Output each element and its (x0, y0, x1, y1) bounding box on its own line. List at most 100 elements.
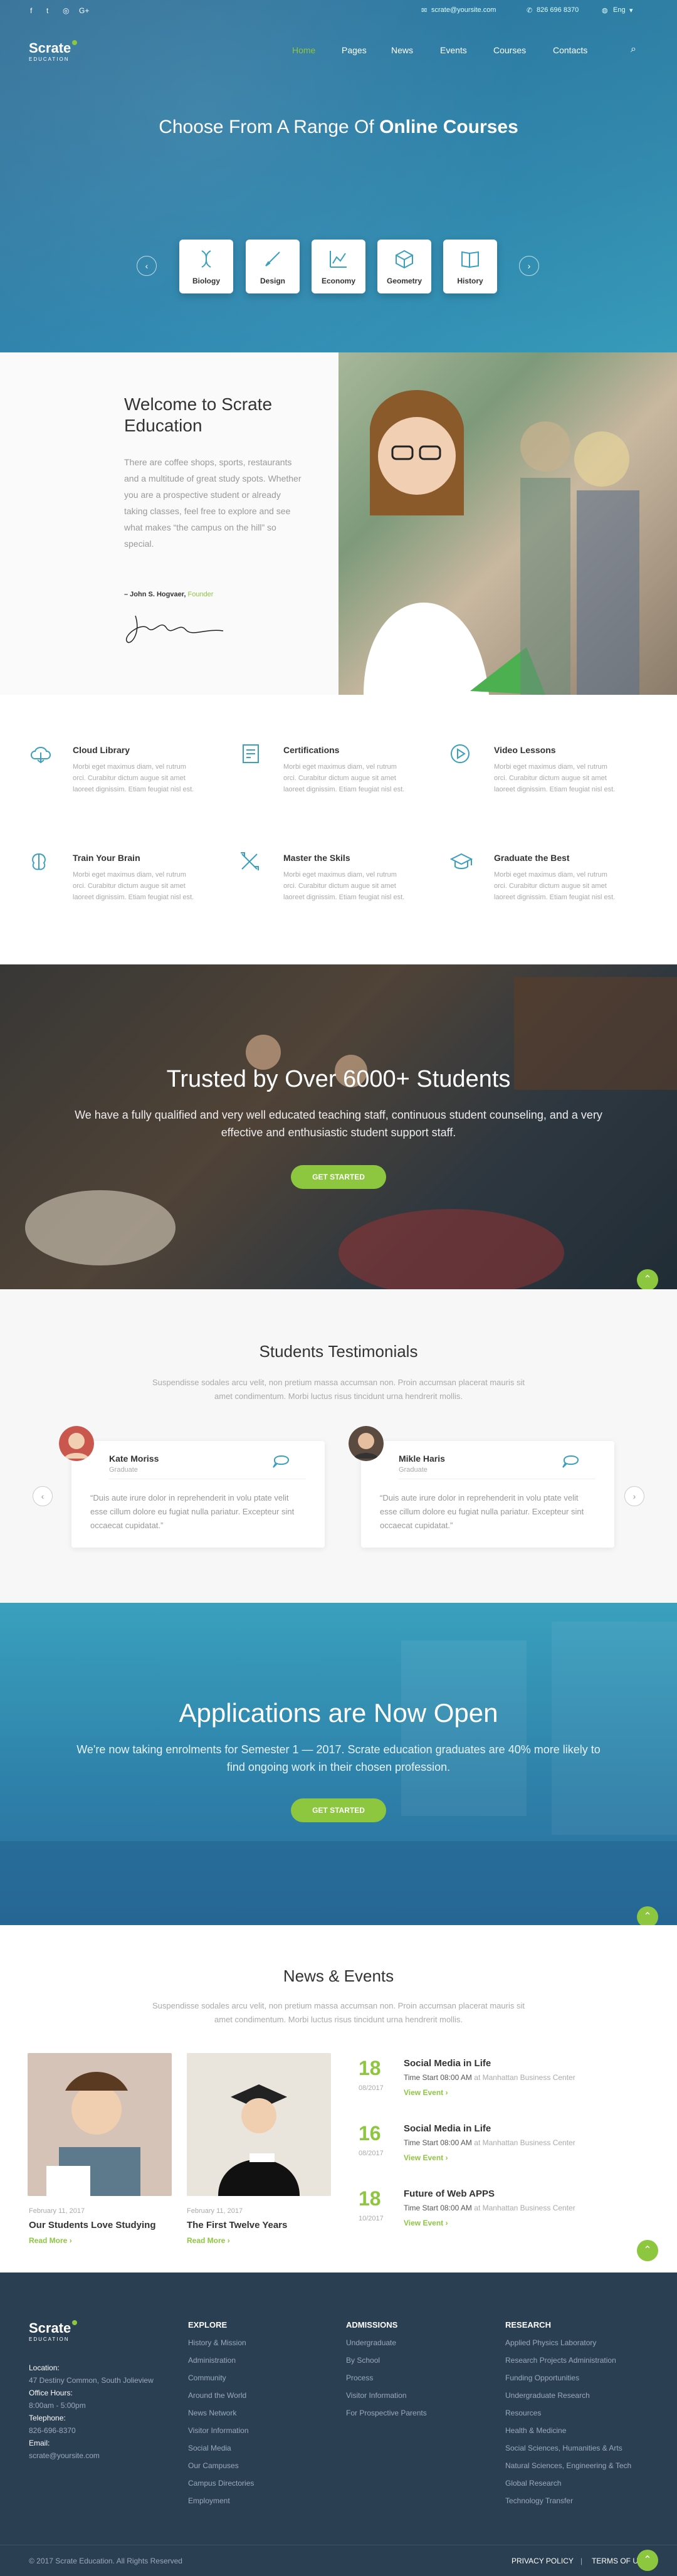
read-more-link[interactable]: Read More › (187, 2236, 230, 2245)
testimonial-card: Mikle Haris Graduate “Duis aute irure do… (349, 1426, 614, 1548)
nav-contacts[interactable]: Contacts (553, 45, 587, 55)
scroll-up-button[interactable]: ⌃ (637, 1269, 658, 1291)
view-event-label: View Event (404, 2219, 444, 2227)
footer-link[interactable]: Funding Opportunities (505, 2369, 579, 2387)
footer-link[interactable]: Administration (188, 2352, 236, 2369)
course-card-economy[interactable]: Economy (312, 240, 365, 293)
logo[interactable]: Scrate EDUCATION (29, 40, 78, 62)
footer-link[interactable]: Undergraduate Research (505, 2387, 590, 2404)
footer-link[interactable]: Applied Physics Laboratory (505, 2334, 596, 2352)
footer-link[interactable]: Our Campuses (188, 2457, 239, 2474)
footer-logo[interactable]: Scrate EDUCATION (29, 2320, 78, 2342)
footer-link[interactable]: Undergraduate (346, 2334, 396, 2352)
footer-link[interactable]: Social Media (188, 2439, 231, 2457)
scroll-up-button[interactable]: ⌃ (637, 2240, 658, 2261)
testimonials-prev-button[interactable]: ‹ (33, 1486, 53, 1506)
course-label: Geometry (386, 277, 422, 285)
trusted-get-started-button[interactable]: GET STARTED (291, 1165, 386, 1189)
course-card-history[interactable]: History (443, 240, 497, 293)
slider-prev-button[interactable]: ‹ (137, 256, 157, 276)
testimonial-quote: “Duis aute irure dolor in reprehenderit … (90, 1493, 295, 1530)
footer-link[interactable]: Social Sciences, Humanities & Arts (505, 2439, 622, 2457)
event-title[interactable]: Future of Web APPS (404, 2188, 495, 2199)
footer-link[interactable]: Technology Transfer (505, 2492, 573, 2510)
footer-link[interactable]: Health & Medicine (505, 2422, 566, 2439)
feature-title: Train Your Brain (73, 853, 140, 863)
news-image[interactable] (187, 2053, 331, 2196)
feature-title: Graduate the Best (494, 853, 570, 863)
scroll-up-button[interactable]: ⌃ (637, 2550, 658, 2571)
language-select[interactable]: Eng (613, 6, 626, 14)
news-title-link[interactable]: The First Twelve Years (187, 2220, 287, 2230)
footer-separator: | (580, 2557, 583, 2565)
cloud-icon (31, 747, 51, 764)
event-day: 18 (359, 2057, 381, 2079)
footer-link[interactable]: By School (346, 2352, 380, 2369)
trusted-text: We have a fully qualified and very well … (75, 1109, 602, 1139)
apps-get-started-button[interactable]: GET STARTED (291, 1798, 386, 1822)
privacy-policy-link[interactable]: PRIVACY POLICY (512, 2557, 574, 2565)
event-time: Time Start 08:00 AM at Manhattan Busines… (404, 2138, 575, 2147)
read-more-link[interactable]: Read More › (29, 2236, 72, 2245)
footer-phone: 826-696-8370 (29, 2426, 76, 2435)
graduation-cap-icon (450, 853, 473, 869)
google-plus-icon[interactable]: G+ (79, 6, 89, 15)
testimonials-next-button[interactable]: › (624, 1486, 644, 1506)
testimonial-role: Graduate (399, 1466, 428, 1474)
event-title[interactable]: Social Media in Life (404, 2058, 491, 2069)
avatar (349, 1426, 384, 1461)
hero-title: Choose From A Range Of Online Courses (0, 117, 677, 138)
nav-pages[interactable]: Pages (342, 45, 367, 55)
nav-news[interactable]: News (391, 45, 413, 55)
view-event-link[interactable]: View Event › (404, 2219, 448, 2227)
facebook-icon[interactable]: f (30, 6, 32, 15)
event-place: at Manhattan Business Center (474, 2073, 575, 2082)
footer-link[interactable]: Research Projects Administration (505, 2352, 616, 2369)
footer-logo-sub: EDUCATION (29, 2336, 70, 2342)
footer-link[interactable]: Process (346, 2369, 373, 2387)
course-card-biology[interactable]: Biology (179, 240, 233, 293)
nav-home[interactable]: Home (292, 45, 315, 55)
footer-link[interactable]: Around the World (188, 2387, 246, 2404)
footer-link[interactable]: Campus Directories (188, 2474, 254, 2492)
apps-title-b: Now Open (374, 1698, 498, 1728)
news-image[interactable] (28, 2053, 172, 2196)
scroll-up-button[interactable]: ⌃ (637, 1906, 658, 1928)
footer-link[interactable]: News Network (188, 2404, 236, 2422)
footer-link[interactable]: Employment (188, 2492, 230, 2510)
footer-link[interactable]: History & Mission (188, 2334, 246, 2352)
hero-section: f t ◎ G+ ✉ scrate@yoursite.com ✆ 826 696… (0, 0, 677, 352)
footer-link[interactable]: Community (188, 2369, 226, 2387)
read-more-label: Read More (29, 2236, 68, 2245)
search-icon[interactable]: ⌕ (631, 44, 636, 55)
topbar-email[interactable]: scrate@yoursite.com (431, 6, 496, 14)
slider-next-button[interactable]: › (519, 256, 539, 276)
chevron-down-icon: ▾ (629, 7, 633, 14)
course-label: Biology (192, 277, 220, 285)
event-title[interactable]: Social Media in Life (404, 2123, 491, 2134)
phone-icon: ✆ (527, 7, 533, 14)
footer-link[interactable]: For Prospective Parents (346, 2404, 427, 2422)
feature-title: Video Lessons (494, 745, 556, 755)
course-card-design[interactable]: Design (246, 240, 300, 293)
event-time: Time Start 08:00 AM at Manhattan Busines… (404, 2073, 575, 2082)
footer-link[interactable]: Visitor Information (346, 2387, 407, 2404)
course-card-geometry[interactable]: Geometry (377, 240, 431, 293)
footer-link[interactable]: Visitor Information (188, 2422, 249, 2439)
nav-events[interactable]: Events (440, 45, 467, 55)
instagram-icon[interactable]: ◎ (63, 6, 69, 15)
nav-courses[interactable]: Courses (493, 45, 526, 55)
view-event-link[interactable]: View Event › (404, 2153, 448, 2162)
testimonials-title-a: Students (259, 1342, 324, 1361)
footer-email[interactable]: scrate@yoursite.com (29, 2449, 100, 2462)
testimonials-subtitle: Suspendisse sodales arcu velit, non pret… (152, 1378, 525, 1401)
twitter-icon[interactable]: t (46, 6, 48, 15)
event-time-label: Time Start 08:00 AM (404, 2204, 472, 2212)
footer-link[interactable]: Natural Sciences, Engineering & Tech (505, 2457, 631, 2474)
footer-link[interactable]: Global Research (505, 2474, 561, 2492)
news-title-link[interactable]: Our Students Love Studying (29, 2220, 156, 2230)
certificate-icon (243, 744, 259, 763)
event-month: 08/2017 (359, 2084, 384, 2092)
view-event-link[interactable]: View Event › (404, 2088, 448, 2097)
footer-link[interactable]: Resources (505, 2404, 541, 2422)
